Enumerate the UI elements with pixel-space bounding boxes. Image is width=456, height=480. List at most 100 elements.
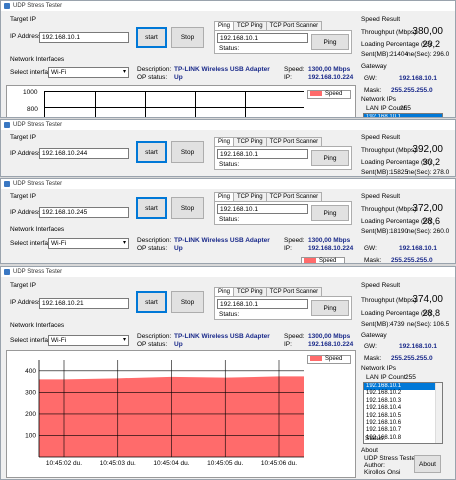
ping-target-input[interactable]: 192.168.10.1 [217,299,308,309]
interface-select-value: Wi-Fi [51,240,67,247]
lan-ip-count-value: 255 [405,374,416,381]
tab-ping[interactable]: Ping [214,287,235,296]
ip-address-input[interactable]: 192.168.10.244 [39,148,129,159]
start-button[interactable]: start [136,291,167,313]
app-icon [4,3,10,9]
grid-line [195,92,196,117]
target-ip-label: Target IP [10,193,37,200]
speed-result-label: Speed Result [361,134,401,141]
list-item[interactable]: 192.168.10.4 [364,405,442,412]
tab-tcp-port-scanner[interactable]: TCP Port Scanner [265,21,323,30]
ping-target-input[interactable]: 192.168.10.1 [217,33,308,43]
list-scrollbar[interactable] [435,383,442,443]
tab-tcp-port-scanner[interactable]: TCP Port Scanner [265,137,323,146]
sent-time-label: ne(Sec): [407,321,432,328]
speed-label: Speed: [284,66,305,73]
sent-time-value: 106.5 [433,321,450,328]
ip-address-label: IP Address [10,299,42,306]
stop-button[interactable]: Stop [171,141,204,163]
ip-address-input[interactable]: 192.168.10.21 [39,298,129,309]
window-title: UDP Stress Tester [13,3,63,9]
app-icon [4,269,10,275]
chart-legend: Speed [307,90,351,99]
mask-value: 255.255.255.0 [391,257,433,264]
ip-address-input[interactable]: 192.168.10.245 [39,207,129,218]
ping-button[interactable]: Ping [311,205,349,221]
sent-label: Sent(MB): [361,51,391,58]
status-label: Status: [219,45,240,52]
network-ip-list[interactable]: 192.168.10.1 [363,113,443,117]
title-bar: UDP Stress Tester [1,120,455,130]
interface-select[interactable]: Wi-Fi ▾ [48,67,129,78]
speed-chart-svg: 100 200 300 400 10:45:02 du. 10:45:03 du. 10:4… [25,360,304,467]
legend-label: Speed [325,91,343,98]
ping-target-input[interactable]: 192.168.10.1 [217,204,308,214]
mask-label: Mask: [364,355,382,362]
op-status-value: Up [174,341,183,348]
tab-tcp-port-scanner[interactable]: TCP Port Scanner [265,192,323,201]
description-label: Description: [137,66,172,73]
tab-ping[interactable]: Ping [214,137,235,146]
sent-time-value: 260.0 [433,228,450,235]
grid-line [145,92,146,117]
mask-value: 255.255.255.0 [391,87,433,94]
gw-label: GW: [364,245,377,252]
stop-button[interactable]: Stop [171,291,204,313]
status-label: Status: [365,435,386,442]
interface-select[interactable]: Wi-Fi ▾ [48,238,129,249]
list-item[interactable]: 192.168.10.1 [364,383,442,391]
x-tick-label: 10:45:05 du. [207,460,243,467]
local-ip-value: 192.168.10.224 [308,341,354,348]
tab-tcp-port-scanner[interactable]: TCP Port Scanner [265,287,323,296]
grid-line [95,92,96,117]
tab-tcp-ping[interactable]: TCP Ping [233,287,267,296]
app-window-4: UDP Stress Tester Target IP IP Address 1… [0,266,456,480]
tab-tcp-ping[interactable]: TCP Ping [233,192,267,201]
start-button[interactable]: start [136,141,167,163]
tab-tcp-ping[interactable]: TCP Ping [233,21,267,30]
app-window-3: UDP Stress Tester Target IP IP Address 1… [0,178,456,264]
list-item[interactable]: 192.168.10.1 [364,114,442,117]
ip-address-input[interactable]: 192.168.10.1 [39,32,129,43]
start-button[interactable]: start [136,197,167,219]
list-item[interactable]: 192.168.10.3 [364,398,442,405]
speed-chart: 100 200 300 400 10:45:02 du. 10:45:03 du. 10:4… [6,350,356,478]
chevron-down-icon: ▾ [122,240,126,246]
interface-select[interactable]: Wi-Fi ▾ [48,335,129,346]
author-name: Kirollos Onsi [364,469,401,476]
ping-button[interactable]: Ping [311,150,349,166]
speed-label: Speed: [284,333,305,340]
plot-area [44,91,304,117]
tab-tcp-ping[interactable]: TCP Ping [233,137,267,146]
title-bar: UDP Stress Tester [1,267,455,277]
description-label: Description: [137,333,172,340]
list-item[interactable]: 192.168.10.2 [364,390,442,397]
ping-button[interactable]: Ping [311,34,349,50]
stop-button[interactable]: Stop [171,27,204,48]
chart-legend: Speed [307,355,351,364]
app-window-1: UDP Stress Tester Target IP IP Address 1… [0,0,456,118]
list-item[interactable]: 192.168.10.6 [364,420,442,427]
tab-ping[interactable]: Ping [214,21,235,30]
throughput-value: 374,00 [412,294,443,305]
tab-ping[interactable]: Ping [214,192,235,201]
network-ips-label: Network IPs [361,96,397,103]
about-button[interactable]: About [414,455,441,473]
sent-time-label: ne(Sec): [407,169,432,176]
start-button[interactable]: start [136,27,167,48]
network-interfaces-label: Network Interfaces [10,322,65,329]
about-label: About [361,447,378,454]
window-title: UDP Stress Tester [13,122,63,128]
sent-value: 18190 [390,228,409,235]
list-item[interactable]: 192.168.10.5 [364,413,442,420]
loading-percentage-value: 28,6 [422,216,440,226]
list-item[interactable]: 192.168.10.7 [364,427,442,434]
throughput-label: Throughput (Mbps): [361,297,419,304]
y-tick-label: 400 [25,368,36,375]
ip-address-label: IP Address [10,150,42,157]
stop-button[interactable]: Stop [171,197,204,219]
ping-target-input[interactable]: 192.168.10.1 [217,149,308,159]
y-tick-label: 100 [25,432,36,439]
ping-button[interactable]: Ping [311,300,349,316]
grid-line [45,107,304,108]
